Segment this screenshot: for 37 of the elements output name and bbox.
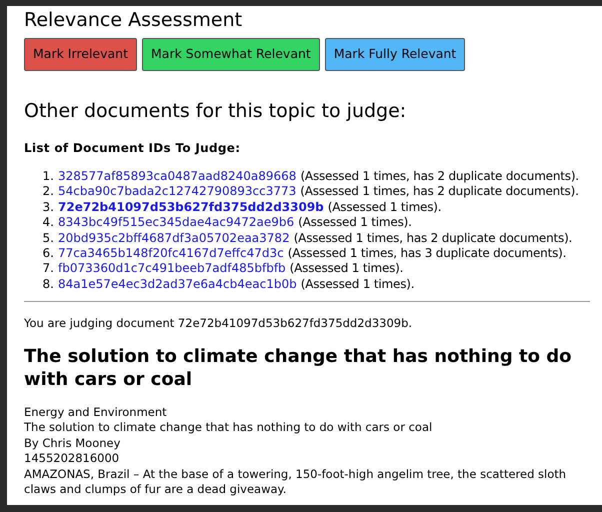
mark-button[interactable]: Mark Somewhat Relevant — [142, 38, 320, 71]
document-text: The solution to climate change that has nothing to do with cars or coal — [24, 420, 434, 436]
document-link[interactable]: fb073360d1c7c491beeb7adf485bfbfb — [58, 261, 286, 277]
list-number: 6. — [42, 246, 55, 262]
document-text: AMAZONAS, Brazil – At the base of a towering, 150-foot-high angelim tree, the scattered sloth claws and clumps of fur are a dead giveaway. — [24, 466, 568, 498]
list-number: 3. — [42, 200, 55, 216]
list-number: 5. — [42, 230, 55, 246]
document-text: Energy and Environment — [24, 404, 168, 420]
assessment-note: (Assessed 1 times, has 3 duplicate documents). — [288, 246, 566, 262]
assessment-note: (Assessed 1 times). — [290, 261, 404, 277]
list-number: 1. — [42, 169, 55, 184]
list-number: 2. — [42, 184, 55, 200]
assessment-note: (Assessed 1 times, has 2 duplicate documents). — [300, 184, 579, 200]
document-link[interactable]: 328577af85893ca0487aad8240a89668 — [58, 169, 296, 184]
list-number: 8. — [42, 276, 55, 292]
document-text: By Chris Mooney — [24, 436, 122, 451]
document-link[interactable]: 54cba90c7bada2c12742790893cc3773 — [58, 184, 296, 200]
document-link[interactable]: 77ca3465b148f20fc4167d7effc47d3c — [58, 246, 284, 262]
document-link[interactable]: 72e72b41097d53b627fd375dd2d3309b — [58, 200, 324, 216]
assessment-note: (Assessed 1 times, has 2 duplicate documents). — [294, 230, 572, 246]
page-title: Relevance Assessment — [24, 8, 244, 33]
document-link[interactable]: 8343bc49f515ec345dae4ac9472ae9b6 — [58, 215, 294, 231]
assessment-note: (Assessed 1 times). — [298, 215, 412, 231]
document-title: The solution to climate change that has nothing to do with cars or coal — [24, 344, 572, 390]
judging-note: You are judging document 72e72b41097d53b627fd375dd2d3309b. — [24, 315, 414, 332]
document-text: 1455202816000 — [24, 451, 120, 466]
assessment-note: (Assessed 1 times). — [328, 200, 442, 216]
list-heading: List of Document IDs To Judge: — [24, 140, 242, 157]
list-number: 4. — [42, 215, 55, 231]
list-number: 7. — [42, 261, 55, 277]
mark-button[interactable]: Mark Fully Relevant — [324, 38, 466, 71]
document-link[interactable]: 20bd935c2bff4687df3a05702eaa3782 — [58, 230, 290, 246]
section-heading: Other documents for this topic to judge: — [24, 99, 408, 123]
assessment-note: (Assessed 1 times). — [300, 276, 414, 292]
assessment-note: (Assessed 1 times, has 2 duplicate documents). — [300, 169, 579, 184]
mark-button[interactable]: Mark Irrelevant — [24, 38, 138, 71]
document-link[interactable]: 84a1e57e4ec3d2ad37e6a4cb4eac1b0b — [58, 276, 297, 292]
